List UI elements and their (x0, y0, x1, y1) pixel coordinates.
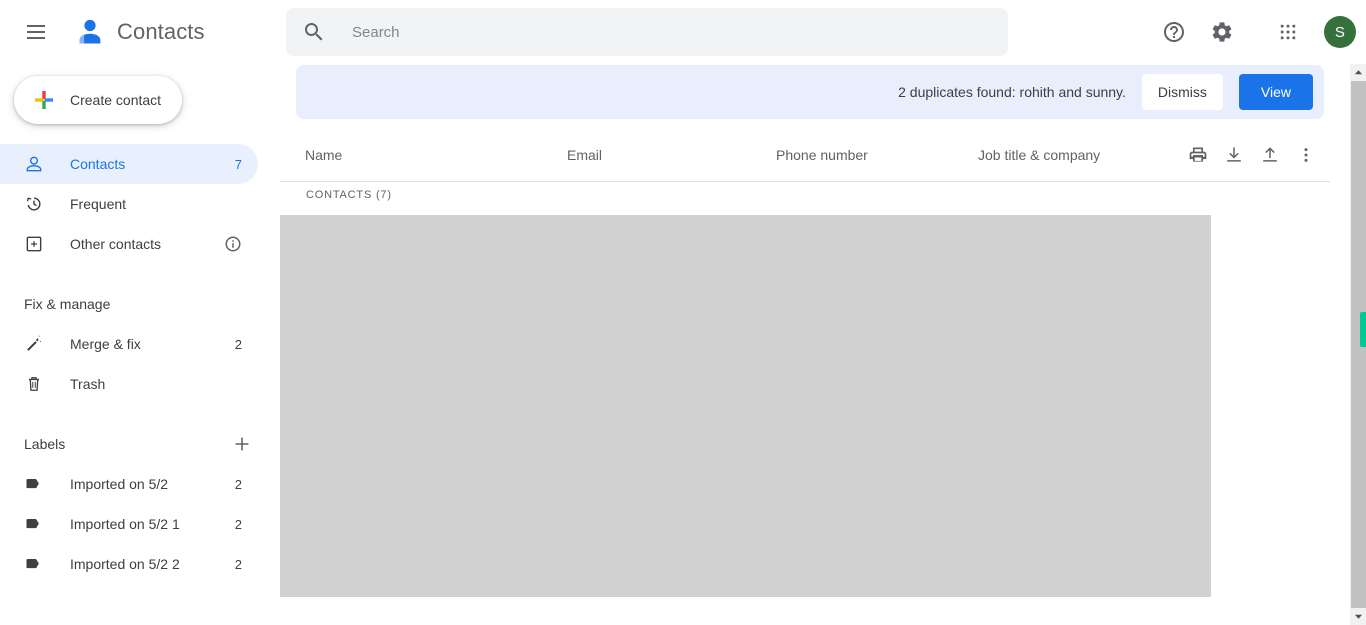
sidebar-item-count: 2 (234, 336, 242, 352)
sidebar-item-count: 2 (234, 476, 242, 492)
fix-manage-list: Merge & fix 2 Trash (0, 324, 280, 404)
other-contacts-icon (24, 234, 44, 254)
search-box[interactable] (286, 8, 1008, 56)
sidebar-item-label: Other contacts (70, 236, 162, 252)
app-brand[interactable]: Contacts (72, 14, 205, 50)
view-button[interactable]: View (1238, 74, 1313, 110)
duplicates-banner: 2 duplicates found: rohith and sunny. Di… (296, 65, 1324, 119)
sidebar-item-label: Imported on 5/2 1 (70, 516, 180, 532)
sidebar-item-label-imported-3[interactable]: Imported on 5/2 2 2 (0, 544, 258, 584)
scrollbar-track[interactable] (1351, 81, 1366, 608)
sidebar-item-label-imported-2[interactable]: Imported on 5/2 1 2 (0, 504, 258, 544)
sidebar-item-other-contacts[interactable]: Other contacts (0, 224, 258, 264)
contacts-table-header: Name Email Phone number Job title & comp… (280, 128, 1330, 182)
print-icon[interactable] (1180, 137, 1216, 173)
contacts-logo-icon (72, 14, 108, 50)
sidebar-item-label: Merge & fix (70, 336, 141, 352)
person-icon (24, 154, 44, 174)
info-icon[interactable] (224, 235, 242, 253)
search-icon (302, 20, 326, 44)
main-content: 2 duplicates found: rohith and sunny. Di… (280, 64, 1352, 625)
scroll-up-icon[interactable] (1350, 64, 1366, 81)
column-header-phone[interactable]: Phone number (776, 147, 868, 163)
column-header-job-title[interactable]: Job title & company (978, 147, 1100, 163)
sidebar-item-count: 2 (234, 556, 242, 572)
sidebar-item-contacts[interactable]: Contacts 7 (0, 144, 258, 184)
sidebar-item-count: 2 (234, 516, 242, 532)
apps-grid-icon[interactable] (1268, 12, 1308, 52)
create-contact-button[interactable]: Create contact (14, 76, 182, 124)
sidebar-item-label: Imported on 5/2 (70, 476, 169, 492)
hamburger-bar (27, 25, 45, 27)
top-app-bar: Contacts Search S (0, 0, 1366, 64)
more-vert-icon[interactable] (1288, 137, 1324, 173)
sidebar: Create contact Contacts 7 Frequent Other… (0, 64, 280, 625)
hamburger-bar (27, 37, 45, 39)
dismiss-button[interactable]: Dismiss (1141, 74, 1223, 110)
topbar-actions: S (1154, 0, 1356, 64)
scrollbar-thumb[interactable] (1360, 312, 1366, 347)
sidebar-item-label-imported-1[interactable]: Imported on 5/2 2 (0, 464, 258, 504)
history-icon (24, 194, 44, 214)
contacts-list-region[interactable] (280, 215, 1211, 597)
hamburger-bar (27, 31, 45, 33)
column-header-email[interactable]: Email (567, 147, 602, 163)
section-label: Fix & manage (24, 296, 111, 312)
table-toolbar (1180, 128, 1324, 182)
help-icon[interactable] (1154, 12, 1194, 52)
sidebar-item-label: Contacts (70, 156, 126, 172)
column-header-name[interactable]: Name (305, 147, 342, 163)
section-label: Labels (24, 436, 66, 452)
sidebar-item-label: Imported on 5/2 2 (70, 556, 180, 572)
avatar[interactable]: S (1324, 16, 1356, 48)
sidebar-item-merge-fix[interactable]: Merge & fix 2 (0, 324, 258, 364)
section-labels: Labels (0, 432, 280, 456)
label-tag-icon (24, 474, 44, 494)
magic-wand-icon (24, 334, 44, 354)
section-fix-manage: Fix & manage (0, 292, 280, 316)
sidebar-item-frequent[interactable]: Frequent (0, 184, 258, 224)
trash-icon (24, 374, 44, 394)
search-input[interactable] (352, 8, 992, 56)
gear-icon[interactable] (1202, 12, 1242, 52)
scroll-down-icon[interactable] (1350, 608, 1366, 625)
sidebar-item-label: Frequent (70, 196, 127, 212)
download-icon[interactable] (1216, 137, 1252, 173)
label-tag-icon (24, 514, 44, 534)
primary-nav: Contacts 7 Frequent Other contacts (0, 144, 280, 264)
sidebar-item-count: 7 (234, 156, 242, 172)
sidebar-item-label: Trash (70, 376, 106, 392)
hamburger-icon[interactable] (12, 8, 60, 56)
contacts-section-label: CONTACTS (7) (306, 189, 392, 201)
label-tag-icon (24, 554, 44, 574)
create-contact-label: Create contact (70, 92, 162, 108)
google-plus-icon (32, 88, 56, 112)
page-scrollbar[interactable] (1350, 64, 1366, 625)
duplicates-banner-message: 2 duplicates found: rohith and sunny. (898, 84, 1126, 100)
sidebar-item-trash[interactable]: Trash (0, 364, 258, 404)
plus-icon[interactable] (230, 432, 254, 456)
search-bar[interactable] (286, 8, 1008, 56)
page-title: Contacts (117, 19, 205, 44)
upload-icon[interactable] (1252, 137, 1288, 173)
labels-list: Imported on 5/2 2 Imported on 5/2 1 2 Im… (0, 464, 280, 584)
